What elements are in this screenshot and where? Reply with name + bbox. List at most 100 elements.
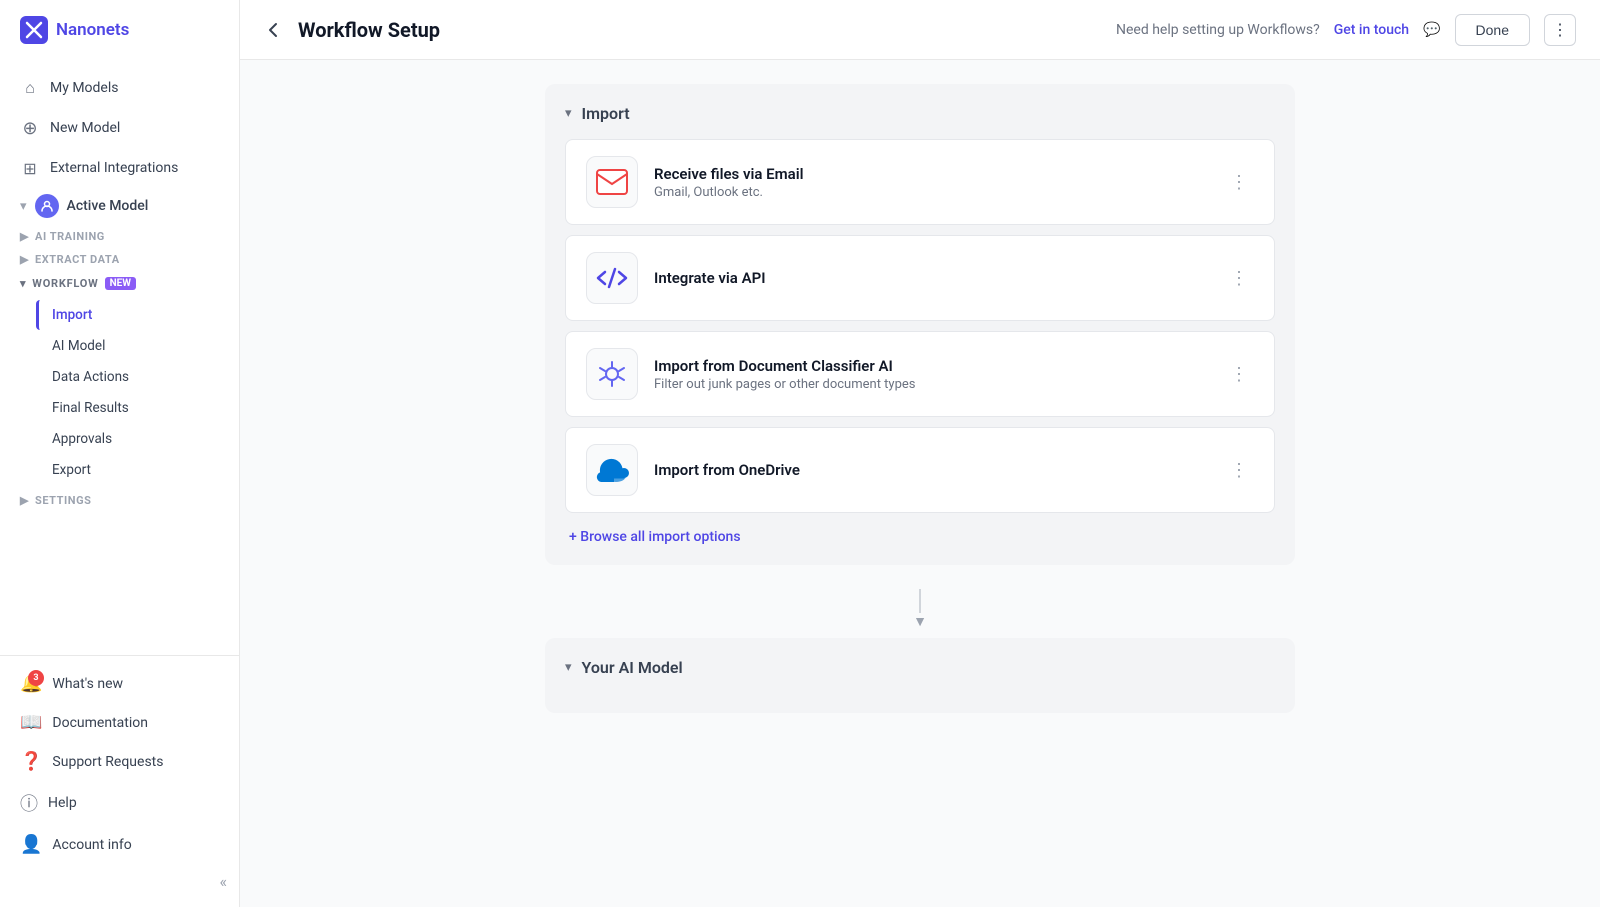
sidebar-bottom: 🔔 3 What's new 📖 Documentation ❓ Support… <box>0 655 239 907</box>
main-content: Workflow Setup Need help setting up Work… <box>240 0 1600 907</box>
home-icon: ⌂ <box>20 78 40 98</box>
header: Workflow Setup Need help setting up Work… <box>240 0 1600 60</box>
email-icon <box>596 169 628 195</box>
ai-model-section-title: Your AI Model <box>582 658 683 677</box>
help-label: Help <box>48 795 77 811</box>
sidebar-item-approvals[interactable]: Approvals <box>36 424 231 454</box>
classifier-icon-wrap <box>586 348 638 400</box>
new-model-label: New Model <box>50 120 120 136</box>
sidebar-item-account-info[interactable]: 👤 Account info <box>0 825 239 864</box>
classifier-card-desc: Filter out junk pages or other document … <box>654 377 1208 392</box>
page-title: Workflow Setup <box>298 18 440 42</box>
workflow-label: WORKFLOW <box>32 277 98 290</box>
header-right: Need help setting up Workflows? Get in t… <box>1116 14 1576 46</box>
connector-arrow-icon: ▼ <box>913 613 927 630</box>
sidebar-section-extract-data[interactable]: ▶ EXTRACT DATA <box>0 247 239 270</box>
ai-training-expand-icon: ▶ <box>20 230 29 243</box>
api-icon-wrap <box>586 252 638 304</box>
email-card-more-button[interactable]: ⋮ <box>1224 167 1254 197</box>
logo-area[interactable]: Nanonets <box>0 0 239 60</box>
workflow-expand-icon: ▾ <box>20 277 26 290</box>
api-card-title: Integrate via API <box>654 269 1208 287</box>
sidebar-item-my-models[interactable]: ⌂ My Models <box>0 68 239 108</box>
import-section: ▾ Import Receive files via Email Gmail, … <box>545 84 1295 565</box>
external-integrations-label: External Integrations <box>50 160 178 176</box>
sidebar-item-documentation[interactable]: 📖 Documentation <box>0 703 239 742</box>
ai-model-chevron-icon: ▾ <box>565 660 572 675</box>
onedrive-card-title: Import from OneDrive <box>654 461 1208 479</box>
sidebar-item-export[interactable]: Export <box>36 455 231 485</box>
settings-expand-icon: ▶ <box>20 494 29 507</box>
whats-new-label: What's new <box>52 676 123 692</box>
vertical-dots-icon: ⋮ <box>1552 20 1568 39</box>
import-label: Import <box>52 307 92 323</box>
nanonets-logo-icon <box>20 16 48 44</box>
import-section-header[interactable]: ▾ Import <box>565 104 1275 123</box>
browse-import-options-link[interactable]: + Browse all import options <box>565 529 1275 545</box>
app-name: Nanonets <box>56 20 129 40</box>
classifier-card-more-button[interactable]: ⋮ <box>1224 359 1254 389</box>
sidebar-item-help[interactable]: ⓘ Help <box>0 781 239 825</box>
ai-model-section-header[interactable]: ▾ Your AI Model <box>565 658 1275 677</box>
api-import-card[interactable]: Integrate via API ⋮ <box>565 235 1275 321</box>
extract-data-expand-icon: ▶ <box>20 253 29 266</box>
done-button[interactable]: Done <box>1455 14 1530 46</box>
more-options-button[interactable]: ⋮ <box>1544 14 1576 46</box>
question-circle-icon: ❓ <box>20 751 42 772</box>
email-card-desc: Gmail, Outlook etc. <box>654 185 1208 200</box>
sidebar-item-new-model[interactable]: ⊕ New Model <box>0 108 239 148</box>
book-icon: 📖 <box>20 712 42 733</box>
ai-model-section: ▾ Your AI Model <box>545 638 1295 713</box>
ai-model-label: AI Model <box>52 338 105 354</box>
back-button[interactable] <box>264 20 284 40</box>
email-import-card[interactable]: Receive files via Email Gmail, Outlook e… <box>565 139 1275 225</box>
sidebar-item-import[interactable]: Import <box>36 300 231 330</box>
user-circle-icon: 👤 <box>20 834 42 855</box>
documentation-label: Documentation <box>52 715 148 731</box>
api-card-more-button[interactable]: ⋮ <box>1224 263 1254 293</box>
sidebar-item-external-integrations[interactable]: ⊞ External Integrations <box>0 148 239 188</box>
browse-import-label: + Browse all import options <box>569 529 741 545</box>
sidebar-section-ai-training[interactable]: ▶ AI TRAINING <box>0 224 239 247</box>
content-area: ▾ Import Receive files via Email Gmail, … <box>240 60 1600 907</box>
import-chevron-icon: ▾ <box>565 106 572 121</box>
onedrive-icon <box>594 456 630 484</box>
sidebar-collapse-button[interactable]: « <box>0 864 239 899</box>
active-model-label: Active Model <box>67 198 149 214</box>
my-models-label: My Models <box>50 80 118 96</box>
classifier-import-card[interactable]: Import from Document Classifier AI Filte… <box>565 331 1275 417</box>
sidebar-navigation: ⌂ My Models ⊕ New Model ⊞ External Integ… <box>0 60 239 655</box>
onedrive-card-more-button[interactable]: ⋮ <box>1224 455 1254 485</box>
sidebar-section-workflow[interactable]: ▾ WORKFLOW NEW <box>0 270 239 297</box>
onedrive-icon-wrap <box>586 444 638 496</box>
chat-icon: 💬 <box>1423 22 1440 38</box>
sidebar-item-data-actions[interactable]: Data Actions <box>36 362 231 392</box>
extract-data-label: EXTRACT DATA <box>35 253 120 266</box>
get-in-touch-link[interactable]: Get in touch <box>1334 22 1409 38</box>
workflow-subnav: Import AI Model Data Actions Final Resul… <box>0 297 239 488</box>
settings-label: SETTINGS <box>35 494 91 507</box>
connector-line <box>919 589 921 613</box>
account-info-label: Account info <box>52 837 131 853</box>
active-model-icon <box>35 194 59 218</box>
workflow-new-badge: NEW <box>105 277 136 290</box>
sidebar-item-support-requests[interactable]: ❓ Support Requests <box>0 742 239 781</box>
sidebar-item-active-model[interactable]: ▾ Active Model <box>0 188 239 224</box>
onedrive-card-info: Import from OneDrive <box>654 461 1208 479</box>
api-card-info: Integrate via API <box>654 269 1208 287</box>
grid-icon: ⊞ <box>20 158 40 178</box>
sidebar-item-ai-model[interactable]: AI Model <box>36 331 231 361</box>
support-requests-label: Support Requests <box>52 754 163 770</box>
sidebar-section-settings[interactable]: ▶ SETTINGS <box>0 488 239 511</box>
email-card-info: Receive files via Email Gmail, Outlook e… <box>654 165 1208 200</box>
email-card-title: Receive files via Email <box>654 165 1208 183</box>
import-section-title: Import <box>582 104 630 123</box>
final-results-label: Final Results <box>52 400 129 416</box>
api-code-icon <box>595 264 629 292</box>
sidebar-item-whats-new[interactable]: 🔔 3 What's new <box>0 664 239 703</box>
approvals-label: Approvals <box>52 431 112 447</box>
sidebar-item-final-results[interactable]: Final Results <box>36 393 231 423</box>
email-icon-wrap <box>586 156 638 208</box>
onedrive-import-card[interactable]: Import from OneDrive ⋮ <box>565 427 1275 513</box>
header-left: Workflow Setup <box>264 18 440 42</box>
